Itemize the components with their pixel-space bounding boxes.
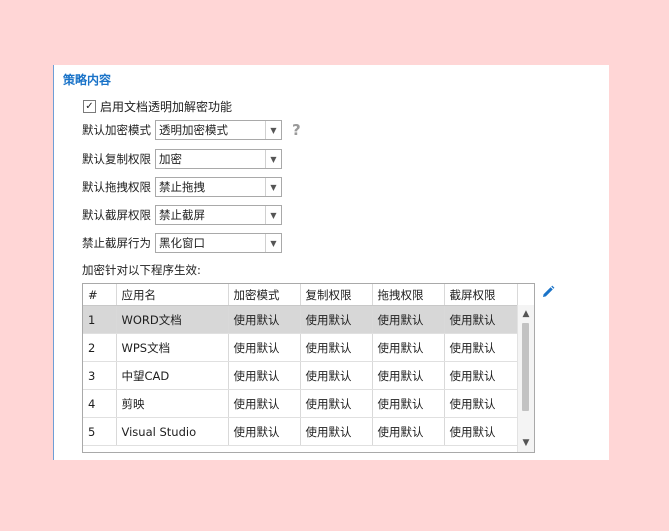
- cell-index: 4: [83, 389, 117, 418]
- chevron-down-icon[interactable]: ▼: [265, 178, 281, 196]
- column-header-app-name[interactable]: 应用名: [116, 284, 229, 306]
- check-mark-icon: ✓: [85, 100, 94, 112]
- screenshot-behavior-select[interactable]: 黑化窗口 ▼: [155, 233, 282, 253]
- scrollbar-header: [517, 284, 534, 306]
- screenshot-behavior-value: 黑化窗口: [159, 236, 205, 250]
- cell-encrypt-mode[interactable]: 使用默认: [228, 333, 301, 362]
- cell-drag-permission[interactable]: 使用默认: [372, 361, 445, 390]
- table-row[interactable]: 2 WPS文档 使用默认 使用默认 使用默认 使用默认: [83, 333, 520, 362]
- table-row[interactable]: 5 Visual Studio 使用默认 使用默认 使用默认 使用默认: [83, 417, 520, 446]
- column-header-drag-permission[interactable]: 拖拽权限: [372, 284, 445, 306]
- drag-permission-label: 默认拖拽权限: [82, 180, 151, 194]
- form-row-copy-permission: 默认复制权限 加密 ▼: [82, 148, 282, 170]
- copy-permission-value: 加密: [159, 152, 182, 166]
- chevron-down-icon[interactable]: ▼: [265, 121, 281, 139]
- cell-drag-permission[interactable]: 使用默认: [372, 305, 445, 334]
- cell-drag-permission[interactable]: 使用默认: [372, 417, 445, 446]
- table-row[interactable]: 3 中望CAD 使用默认 使用默认 使用默认 使用默认: [83, 361, 520, 390]
- cell-copy-permission[interactable]: 使用默认: [300, 417, 373, 446]
- apply-programs-label: 加密针对以下程序生效:: [82, 263, 201, 277]
- cell-copy-permission[interactable]: 使用默认: [300, 305, 373, 334]
- cell-encrypt-mode[interactable]: 使用默认: [228, 389, 301, 418]
- column-header-screenshot-permission[interactable]: 截屏权限: [444, 284, 520, 306]
- copy-permission-label: 默认复制权限: [82, 152, 151, 166]
- enable-encryption-label: 启用文档透明加解密功能: [100, 100, 233, 114]
- screenshot-permission-value: 禁止截屏: [159, 208, 205, 222]
- form-row-encrypt-mode: 默认加密模式 透明加密模式 ▼ ?: [82, 119, 301, 141]
- column-header-encrypt-mode[interactable]: 加密模式: [228, 284, 301, 306]
- program-table: # 应用名 加密模式 复制权限 拖拽权限 截屏权限 1 WORD文档 使用默认 …: [82, 283, 535, 453]
- copy-permission-select[interactable]: 加密 ▼: [155, 149, 282, 169]
- chevron-down-icon[interactable]: ▼: [265, 150, 281, 168]
- enable-encryption-checkbox[interactable]: ✓: [83, 100, 96, 113]
- drag-permission-select[interactable]: 禁止拖拽 ▼: [155, 177, 282, 197]
- cell-screenshot-permission[interactable]: 使用默认: [444, 417, 520, 446]
- chevron-down-icon[interactable]: ▼: [265, 234, 281, 252]
- chevron-up-icon[interactable]: ▲: [518, 307, 534, 321]
- form-row-screenshot-behavior: 禁止截屏行为 黑化窗口 ▼: [82, 232, 282, 254]
- encrypt-mode-select[interactable]: 透明加密模式 ▼: [155, 120, 282, 140]
- cell-copy-permission[interactable]: 使用默认: [300, 333, 373, 362]
- screenshot-permission-select[interactable]: 禁止截屏 ▼: [155, 205, 282, 225]
- encrypt-mode-value: 透明加密模式: [159, 123, 228, 137]
- screenshot-behavior-label: 禁止截屏行为: [82, 236, 151, 250]
- cell-index: 2: [83, 333, 117, 362]
- scrollbar-thumb[interactable]: [522, 323, 529, 411]
- cell-index: 5: [83, 417, 117, 446]
- cell-encrypt-mode[interactable]: 使用默认: [228, 417, 301, 446]
- drag-permission-value: 禁止拖拽: [159, 180, 205, 194]
- column-header-index[interactable]: #: [83, 284, 117, 306]
- screenshot-permission-label: 默认截屏权限: [82, 208, 151, 222]
- question-icon[interactable]: ?: [292, 121, 301, 139]
- cell-drag-permission[interactable]: 使用默认: [372, 389, 445, 418]
- cell-copy-permission[interactable]: 使用默认: [300, 389, 373, 418]
- chevron-down-icon[interactable]: ▼: [518, 436, 534, 450]
- enable-encryption-row[interactable]: ✓ 启用文档透明加解密功能: [83, 98, 232, 115]
- form-row-drag-permission: 默认拖拽权限 禁止拖拽 ▼: [82, 176, 282, 198]
- pencil-icon[interactable]: [541, 285, 555, 299]
- cell-screenshot-permission[interactable]: 使用默认: [444, 333, 520, 362]
- cell-app-name: WPS文档: [116, 333, 229, 362]
- cell-app-name: 中望CAD: [116, 361, 229, 390]
- cell-index: 1: [83, 305, 117, 334]
- cell-screenshot-permission[interactable]: 使用默认: [444, 361, 520, 390]
- policy-content-panel: 策略内容 ✓ 启用文档透明加解密功能 默认加密模式 透明加密模式 ▼ ? 默认复…: [53, 65, 609, 460]
- form-row-screenshot-permission: 默认截屏权限 禁止截屏 ▼: [82, 204, 282, 226]
- cell-drag-permission[interactable]: 使用默认: [372, 333, 445, 362]
- cell-index: 3: [83, 361, 117, 390]
- table-scrollbar[interactable]: ▲ ▼: [517, 305, 534, 452]
- table-header-row: # 应用名 加密模式 复制权限 拖拽权限 截屏权限: [83, 284, 520, 306]
- cell-app-name: 剪映: [116, 389, 229, 418]
- cell-app-name: WORD文档: [116, 305, 229, 334]
- cell-encrypt-mode[interactable]: 使用默认: [228, 305, 301, 334]
- cell-screenshot-permission[interactable]: 使用默认: [444, 389, 520, 418]
- encrypt-mode-label: 默认加密模式: [82, 123, 151, 137]
- cell-screenshot-permission[interactable]: 使用默认: [444, 305, 520, 334]
- cell-encrypt-mode[interactable]: 使用默认: [228, 361, 301, 390]
- column-header-copy-permission[interactable]: 复制权限: [300, 284, 373, 306]
- section-title: 策略内容: [63, 73, 112, 87]
- table-row[interactable]: 4 剪映 使用默认 使用默认 使用默认 使用默认: [83, 389, 520, 418]
- cell-copy-permission[interactable]: 使用默认: [300, 361, 373, 390]
- cell-app-name: Visual Studio: [116, 417, 229, 446]
- chevron-down-icon[interactable]: ▼: [265, 206, 281, 224]
- table-row[interactable]: 1 WORD文档 使用默认 使用默认 使用默认 使用默认: [83, 305, 520, 334]
